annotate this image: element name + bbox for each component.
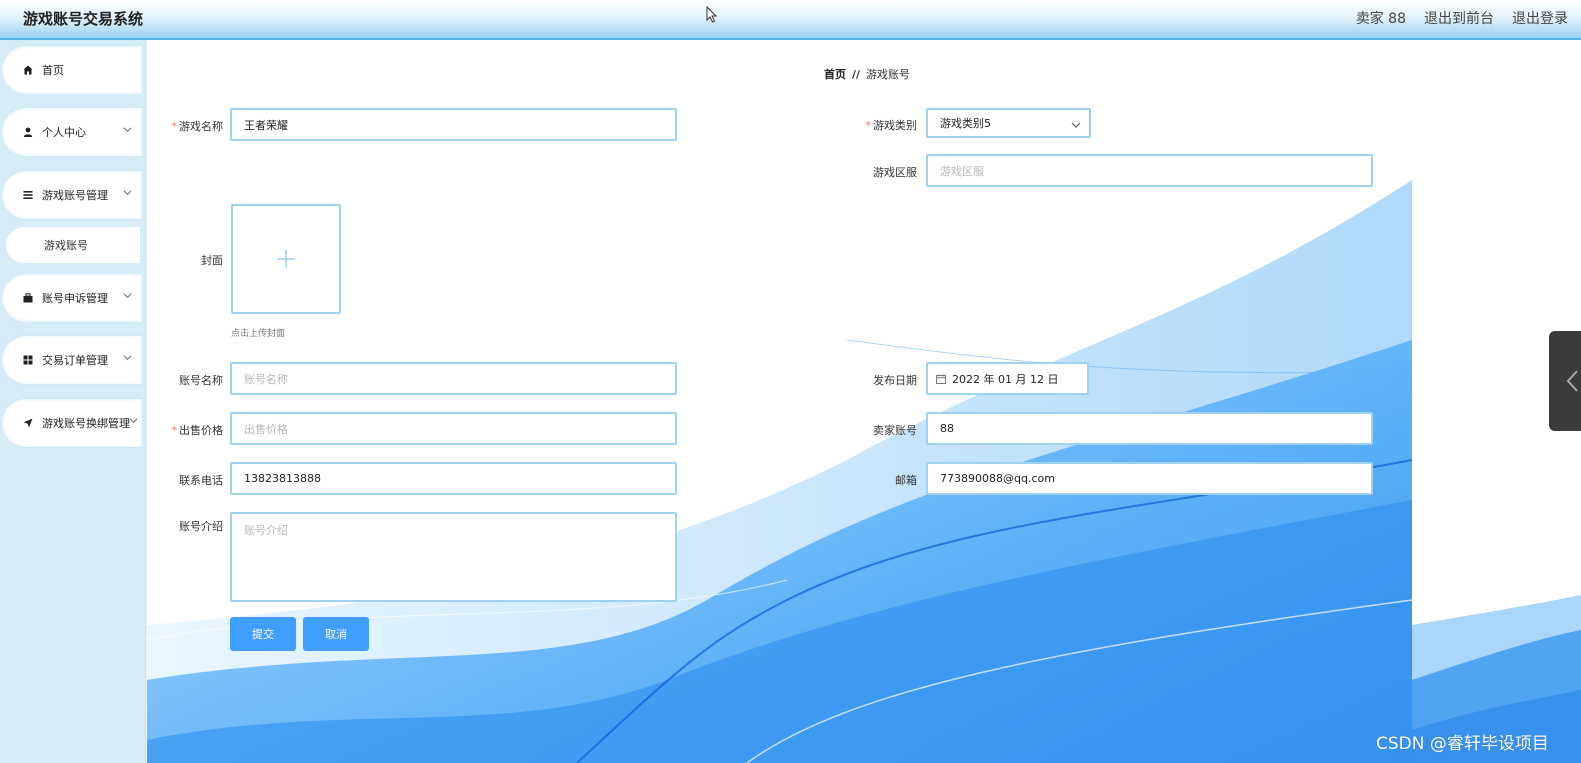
cover-label: 封面 [201, 254, 223, 267]
sidebar-item-label: 交易订单管理 [42, 354, 108, 367]
chevron-down-icon [123, 355, 132, 361]
publish-date-value: 2022 年 01 月 12 日 [952, 372, 1059, 386]
sidebar-item-appeal-management[interactable]: 账号申诉管理 [4, 276, 140, 320]
top-header: 游戏账号交易系统 卖家 88 退出到前台 退出登录 [0, 0, 1581, 40]
collapse-panel-handle[interactable] [1549, 331, 1581, 431]
price-label: * 出售价格 [171, 424, 224, 437]
chevron-down-icon [1071, 122, 1081, 128]
mouse-cursor-icon [706, 6, 718, 23]
game-server-input[interactable]: 游戏区服 [926, 154, 1373, 187]
game-name-label: * 游戏名称 [171, 120, 224, 133]
game-server-label: 游戏区服 [873, 166, 917, 179]
calendar-icon [936, 374, 946, 384]
sidebar-item-label: 首页 [42, 64, 64, 77]
chevron-down-icon [123, 190, 132, 196]
sidebar-item-order-management[interactable]: 交易订单管理 [4, 338, 140, 382]
main-content: 首页//游戏账号 * 游戏名称 王者荣耀 封面 点击上传封面 账号名称 账号名称 … [147, 40, 1581, 763]
price-input[interactable]: 出售价格 [230, 412, 677, 445]
background-waves [147, 180, 1413, 763]
game-category-value: 游戏类别5 [940, 117, 991, 130]
chevron-down-icon [123, 293, 132, 299]
list-icon [22, 189, 34, 201]
chevron-left-icon [1566, 370, 1578, 392]
plus-icon [277, 250, 295, 268]
user-icon [22, 126, 34, 138]
breadcrumb-separator: // [852, 68, 861, 81]
send-icon [22, 417, 34, 429]
intro-label: 账号介绍 [179, 520, 223, 533]
phone-input[interactable]: 13823813888 [230, 462, 677, 495]
cancel-button[interactable]: 取消 [303, 617, 369, 651]
sidebar-item-rebind-management[interactable]: 游戏账号换绑管理 [4, 401, 140, 445]
breadcrumb: 首页 // 游戏账号 [824, 66, 910, 82]
game-name-input[interactable]: 王者荣耀 [230, 108, 677, 141]
grid-icon [22, 354, 34, 366]
sidebar: 首页 个人中心 游戏账号管理 游戏账号 账号申诉管理 交易订单管理 游戏账号换绑… [0, 40, 146, 763]
seller-account-label: 卖家账号 [873, 424, 917, 437]
sidebar-item-personal-center[interactable]: 个人中心 [4, 110, 140, 154]
chevron-down-icon [129, 418, 138, 424]
sidebar-item-label: 个人中心 [42, 126, 86, 139]
game-category-label: * 游戏类别 [865, 119, 918, 132]
account-name-label: 账号名称 [179, 374, 223, 387]
breadcrumb-current: 游戏账号 [866, 68, 911, 81]
sidebar-item-label: 游戏账号管理 [42, 189, 108, 202]
sidebar-item-game-account-management[interactable]: 游戏账号管理 [4, 173, 140, 217]
app-title: 游戏账号交易系统 [23, 10, 144, 28]
publish-date-picker[interactable]: 2022 年 01 月 12 日 [926, 362, 1089, 395]
email-label: 邮箱 [895, 474, 917, 487]
breadcrumb-home[interactable]: 首页 [824, 68, 846, 81]
sidebar-item-label: 账号申诉管理 [42, 292, 108, 305]
sidebar-item-home[interactable]: 首页 [4, 48, 140, 92]
publish-date-label: 发布日期 [873, 374, 917, 387]
home-icon [22, 64, 34, 76]
logout-link[interactable]: 退出登录 [1512, 8, 1568, 28]
phone-label: 联系电话 [179, 474, 223, 487]
account-name-input[interactable]: 账号名称 [230, 362, 677, 395]
intro-textarea[interactable]: 账号介绍 [230, 512, 677, 602]
cover-upload-hint: 点击上传封面 [231, 329, 286, 339]
email-input[interactable]: 773890088@qq.com [926, 462, 1373, 495]
sidebar-subitem-game-account[interactable]: 游戏账号 [6, 227, 140, 263]
seller-account-input[interactable]: 88 [926, 412, 1373, 445]
current-user-label: 卖家 88 [1355, 11, 1406, 27]
watermark: CSDN @睿轩毕设项目 [1376, 734, 1549, 754]
briefcase-icon [22, 292, 34, 304]
chevron-down-icon [123, 127, 132, 133]
sidebar-item-label: 游戏账号换绑管理 [42, 417, 130, 430]
submit-button[interactable]: 提交 [230, 617, 296, 651]
game-category-select[interactable]: 游戏类别5 [926, 108, 1091, 138]
exit-to-front-link[interactable]: 退出到前台 [1424, 8, 1494, 28]
cover-upload-box[interactable] [231, 204, 341, 314]
